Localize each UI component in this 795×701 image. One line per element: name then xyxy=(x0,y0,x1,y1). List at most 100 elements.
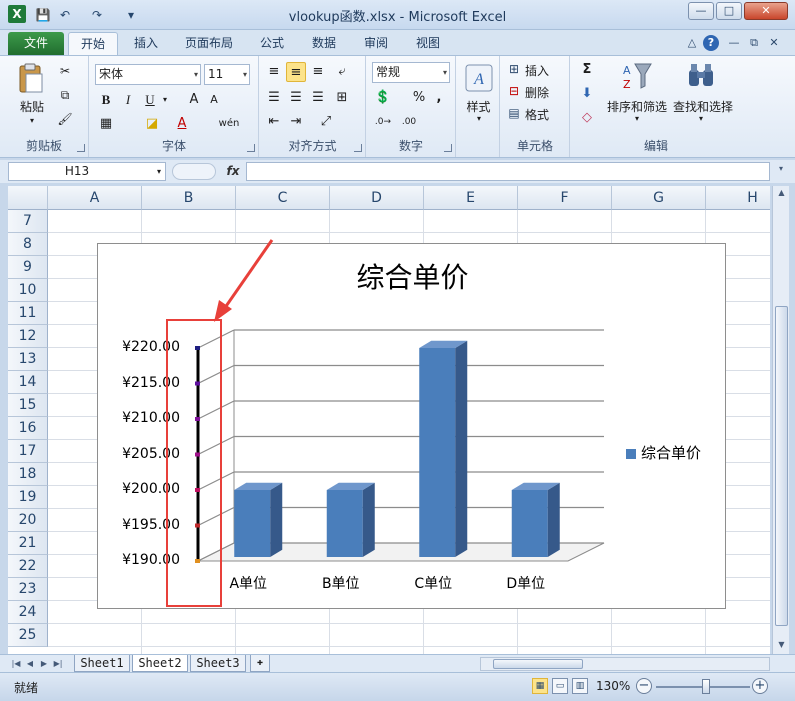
row-header[interactable]: 9 xyxy=(8,256,48,279)
fill-icon[interactable]: ⬇ xyxy=(577,84,597,104)
row-header[interactable]: 25 xyxy=(8,624,48,647)
horizontal-scroll-thumb[interactable] xyxy=(493,659,583,669)
column-header[interactable]: C xyxy=(236,186,330,210)
last-sheet-icon[interactable]: ▶| xyxy=(52,657,64,670)
align-bottom-icon[interactable]: ≡ xyxy=(308,62,328,82)
comma-style-button[interactable]: , xyxy=(429,88,449,108)
grow-font-button[interactable]: A xyxy=(184,90,204,110)
name-box[interactable]: H13 ▾ xyxy=(8,162,166,181)
column-header[interactable]: B xyxy=(142,186,236,210)
decrease-decimal-icon[interactable]: .00 xyxy=(399,112,419,132)
shrink-font-button[interactable]: A xyxy=(204,90,224,110)
merge-center-icon[interactable]: ⊞ xyxy=(332,88,352,108)
help-icon[interactable]: ? xyxy=(703,35,719,51)
italic-button[interactable]: I xyxy=(118,90,138,110)
sheet-tab[interactable]: Sheet1 xyxy=(74,655,130,672)
percent-style-button[interactable]: % xyxy=(409,88,429,108)
paste-dropdown-icon[interactable]: ▾ xyxy=(24,116,40,125)
cut-icon[interactable]: ✂ xyxy=(56,64,74,78)
alignment-launcher-icon[interactable] xyxy=(354,144,362,152)
number-launcher-icon[interactable] xyxy=(444,144,452,152)
row-header[interactable]: 7 xyxy=(8,210,48,233)
horizontal-scrollbar[interactable] xyxy=(480,657,770,671)
tab-file[interactable]: 文件 xyxy=(8,32,64,55)
workbook-close-icon[interactable]: ✕ xyxy=(766,35,782,51)
format-cells-button[interactable]: 格式 xyxy=(525,106,565,123)
paste-button[interactable]: 粘贴 xyxy=(14,98,50,115)
column-header[interactable]: F xyxy=(518,186,612,210)
font-launcher-icon[interactable] xyxy=(247,144,255,152)
row-header[interactable]: 16 xyxy=(8,417,48,440)
page-layout-view-icon[interactable]: ▭ xyxy=(552,678,568,694)
tab-review[interactable]: 审阅 xyxy=(356,32,396,55)
column-header[interactable]: E xyxy=(424,186,518,210)
expand-formula-bar-icon[interactable]: ▾ xyxy=(774,164,788,178)
zoom-out-icon[interactable]: − xyxy=(636,678,652,694)
font-color-icon[interactable]: A xyxy=(172,114,192,134)
row-header[interactable]: 22 xyxy=(8,555,48,578)
prev-sheet-icon[interactable]: ◀ xyxy=(24,657,36,670)
insert-sheet-icon[interactable]: ✚ xyxy=(250,655,270,672)
tab-data[interactable]: 数据 xyxy=(304,32,344,55)
zoom-level[interactable]: 130% xyxy=(596,679,630,693)
minimize-button[interactable]: — xyxy=(688,2,714,20)
tab-insert[interactable]: 插入 xyxy=(124,32,168,55)
underline-dropdown-icon[interactable]: ▾ xyxy=(160,90,170,110)
row-header[interactable]: 15 xyxy=(8,394,48,417)
row-header[interactable]: 11 xyxy=(8,302,48,325)
find-select-dropdown-icon[interactable]: ▾ xyxy=(693,114,709,123)
phonetic-guide-button[interactable]: wén xyxy=(212,114,246,134)
column-header[interactable]: H xyxy=(706,186,770,210)
minimize-ribbon-icon[interactable]: △ xyxy=(684,35,700,51)
column-header[interactable]: G xyxy=(612,186,706,210)
currency-format-icon[interactable]: 💲 xyxy=(373,88,393,108)
scroll-up-icon[interactable]: ▲ xyxy=(773,188,790,197)
borders-icon[interactable]: ▦ xyxy=(96,114,116,134)
maximize-button[interactable]: □ xyxy=(716,2,742,20)
tab-formulas[interactable]: 公式 xyxy=(252,32,292,55)
formula-input[interactable] xyxy=(246,162,770,181)
row-header[interactable]: 23 xyxy=(8,578,48,601)
increase-decimal-icon[interactable]: .0→ xyxy=(373,112,393,132)
row-header[interactable]: 8 xyxy=(8,233,48,256)
row-header[interactable]: 21 xyxy=(8,532,48,555)
wrap-text-icon[interactable]: ⤶ xyxy=(332,62,352,82)
sheet-tab[interactable]: Sheet3 xyxy=(190,655,246,672)
find-select-icon[interactable] xyxy=(685,60,717,92)
align-middle-icon[interactable]: ≡ xyxy=(286,62,306,82)
vertical-scroll-thumb[interactable] xyxy=(775,306,788,626)
sheet-tab-active[interactable]: Sheet2 xyxy=(132,655,188,672)
copy-icon[interactable]: ⧉ xyxy=(56,88,74,103)
zoom-in-icon[interactable]: + xyxy=(752,678,768,694)
decrease-indent-icon[interactable]: ⇤ xyxy=(264,112,284,132)
page-break-view-icon[interactable]: ▥ xyxy=(572,678,588,694)
format-cells-icon[interactable]: ▤ xyxy=(507,106,521,120)
zoom-slider-thumb[interactable] xyxy=(702,679,710,694)
delete-cells-icon[interactable]: ⊟ xyxy=(507,84,521,98)
worksheet-grid[interactable]: A B C D E F G H 7 8 9 10 11 12 13 14 15 … xyxy=(8,186,770,654)
row-header[interactable]: 14 xyxy=(8,371,48,394)
tab-page-layout[interactable]: 页面布局 xyxy=(176,32,242,55)
number-format-select[interactable]: 常规 ▾ xyxy=(372,62,450,83)
scroll-down-icon[interactable]: ▼ xyxy=(773,640,790,649)
row-header[interactable]: 17 xyxy=(8,440,48,463)
row-header[interactable]: 13 xyxy=(8,348,48,371)
underline-button[interactable]: U xyxy=(140,90,160,110)
styles-icon[interactable]: A xyxy=(463,62,495,94)
sort-filter-dropdown-icon[interactable]: ▾ xyxy=(629,114,645,123)
styles-dropdown-icon[interactable]: ▾ xyxy=(471,114,487,123)
column-header[interactable]: D xyxy=(330,186,424,210)
font-size-select[interactable]: 11 ▾ xyxy=(204,64,250,85)
font-name-select[interactable]: 宋体 ▾ xyxy=(95,64,201,85)
row-header[interactable]: 19 xyxy=(8,486,48,509)
workbook-minimize-icon[interactable]: — xyxy=(726,35,742,51)
align-left-icon[interactable]: ☰ xyxy=(264,88,284,108)
align-top-icon[interactable]: ≡ xyxy=(264,62,284,82)
column-header[interactable]: A xyxy=(48,186,142,210)
align-center-icon[interactable]: ☰ xyxy=(286,88,306,108)
row-header[interactable]: 24 xyxy=(8,601,48,624)
row-header[interactable]: 20 xyxy=(8,509,48,532)
sort-filter-icon[interactable]: A Z xyxy=(621,60,653,92)
clear-icon[interactable]: ◇ xyxy=(577,108,597,128)
chart-legend[interactable]: 综合单价 xyxy=(626,442,701,463)
